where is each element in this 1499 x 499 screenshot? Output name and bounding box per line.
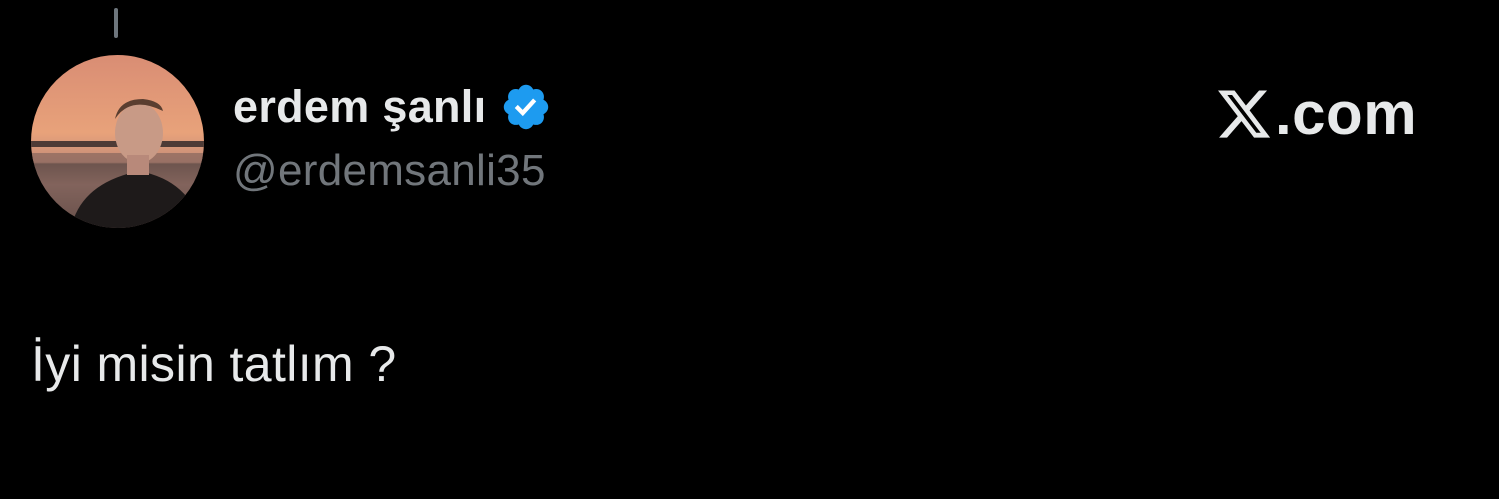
tweet-text: İyi misin tatlım ? xyxy=(31,336,397,392)
thread-connector-line xyxy=(114,8,118,38)
author-name-row: erdem şanlı xyxy=(233,81,552,133)
avatar-image xyxy=(31,55,204,228)
author-display-name[interactable]: erdem şanlı xyxy=(233,81,486,133)
author-handle[interactable]: @erdemsanli35 xyxy=(233,146,552,196)
x-logo-icon xyxy=(1215,85,1273,143)
avatar[interactable] xyxy=(31,55,204,228)
brand-watermark: .com xyxy=(1215,84,1417,144)
verified-badge-icon xyxy=(500,81,552,133)
tweet-header: erdem şanlı @erdemsanli35 xyxy=(233,81,552,196)
brand-domain-text: .com xyxy=(1275,80,1418,147)
